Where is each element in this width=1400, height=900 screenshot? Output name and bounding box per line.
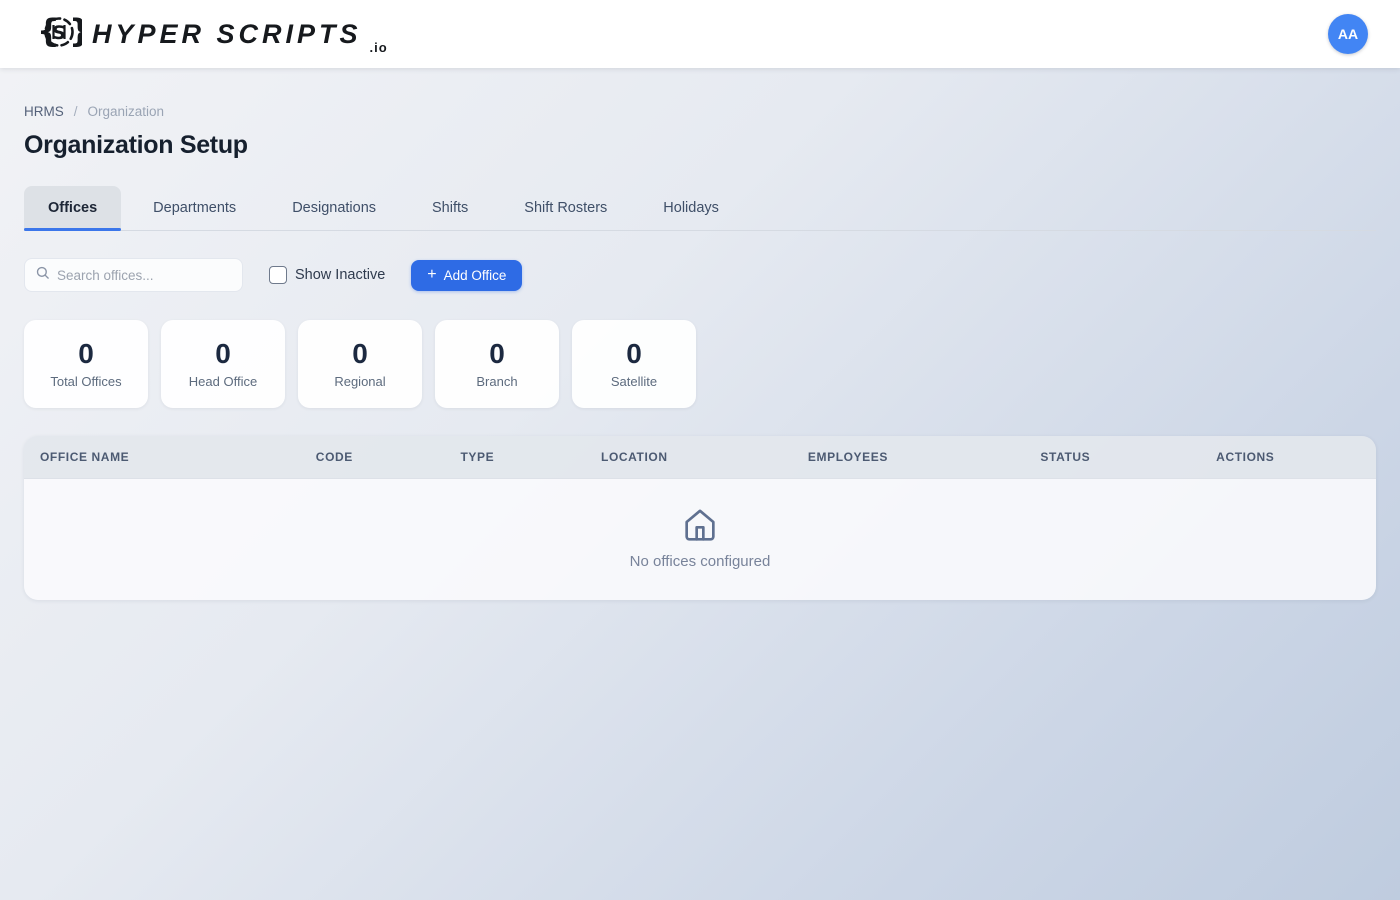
stat-value: 0: [352, 340, 368, 368]
offices-table: Office Name Code Type Location Employees…: [24, 436, 1376, 600]
top-header-bar: { } S HYPER SCRIPTS .io AA: [0, 0, 1400, 68]
column-header-employees: Employees: [792, 436, 1025, 478]
stat-label: Head Office: [189, 374, 257, 389]
user-avatar[interactable]: AA: [1328, 14, 1368, 54]
offices-toolbar: Show Inactive + Add Office: [24, 258, 1376, 292]
office-stats: 0 Total Offices 0 Head Office 0 Regional…: [24, 320, 1376, 408]
logo-suffix: .io: [370, 40, 388, 59]
tab-shift-rosters[interactable]: Shift Rosters: [500, 186, 631, 230]
app-logo[interactable]: { } S HYPER SCRIPTS .io: [36, 10, 388, 59]
breadcrumb-separator: /: [74, 104, 78, 119]
table-body: No offices configured: [24, 479, 1376, 600]
logo-wordmark: HYPER SCRIPTS: [92, 19, 362, 50]
page-content: HRMS / Organization Organization Setup O…: [0, 68, 1400, 600]
column-header-actions: Actions: [1200, 436, 1376, 478]
show-inactive-label[interactable]: Show Inactive: [295, 267, 385, 283]
stat-label: Regional: [334, 374, 385, 389]
column-header-type: Type: [444, 436, 585, 478]
stat-card-head-office: 0 Head Office: [161, 320, 285, 408]
add-office-label: Add Office: [444, 268, 507, 283]
search-input[interactable]: [57, 268, 232, 283]
table-header-row: Office Name Code Type Location Employees…: [24, 436, 1376, 479]
column-header-status: Status: [1024, 436, 1200, 478]
column-header-location: Location: [585, 436, 792, 478]
column-header-office-name: Office Name: [24, 436, 300, 478]
tab-shifts[interactable]: Shifts: [408, 186, 492, 230]
show-inactive-group: Show Inactive: [269, 266, 385, 284]
add-office-button[interactable]: + Add Office: [411, 260, 522, 291]
breadcrumb-organization: Organization: [88, 104, 165, 119]
tab-offices[interactable]: Offices: [24, 186, 121, 230]
stat-label: Branch: [476, 374, 517, 389]
stat-label: Total Offices: [50, 374, 121, 389]
tab-departments[interactable]: Departments: [129, 186, 260, 230]
tab-holidays[interactable]: Holidays: [639, 186, 743, 230]
empty-state-message: No offices configured: [630, 553, 771, 570]
svg-text:S: S: [52, 22, 66, 44]
breadcrumb-hrms[interactable]: HRMS: [24, 104, 64, 119]
stat-card-satellite: 0 Satellite: [572, 320, 696, 408]
column-header-code: Code: [300, 436, 445, 478]
stat-card-total-offices: 0 Total Offices: [24, 320, 148, 408]
show-inactive-checkbox[interactable]: [269, 266, 287, 284]
svg-text:}: }: [69, 12, 82, 50]
home-icon: [680, 505, 720, 545]
breadcrumb: HRMS / Organization: [24, 104, 1376, 119]
plus-icon: +: [427, 267, 436, 283]
stat-value: 0: [78, 340, 94, 368]
stat-value: 0: [626, 340, 642, 368]
empty-state: No offices configured: [630, 491, 771, 588]
search-icon: [35, 265, 50, 285]
stat-card-branch: 0 Branch: [435, 320, 559, 408]
stat-value: 0: [215, 340, 231, 368]
search-box[interactable]: [24, 258, 243, 292]
tab-designations[interactable]: Designations: [268, 186, 400, 230]
organization-tabs: Offices Departments Designations Shifts …: [24, 186, 1376, 231]
stat-label: Satellite: [611, 374, 657, 389]
logo-brace-s-icon: { } S: [36, 10, 82, 59]
page-title: Organization Setup: [24, 131, 1376, 160]
stat-card-regional: 0 Regional: [298, 320, 422, 408]
stat-value: 0: [489, 340, 505, 368]
